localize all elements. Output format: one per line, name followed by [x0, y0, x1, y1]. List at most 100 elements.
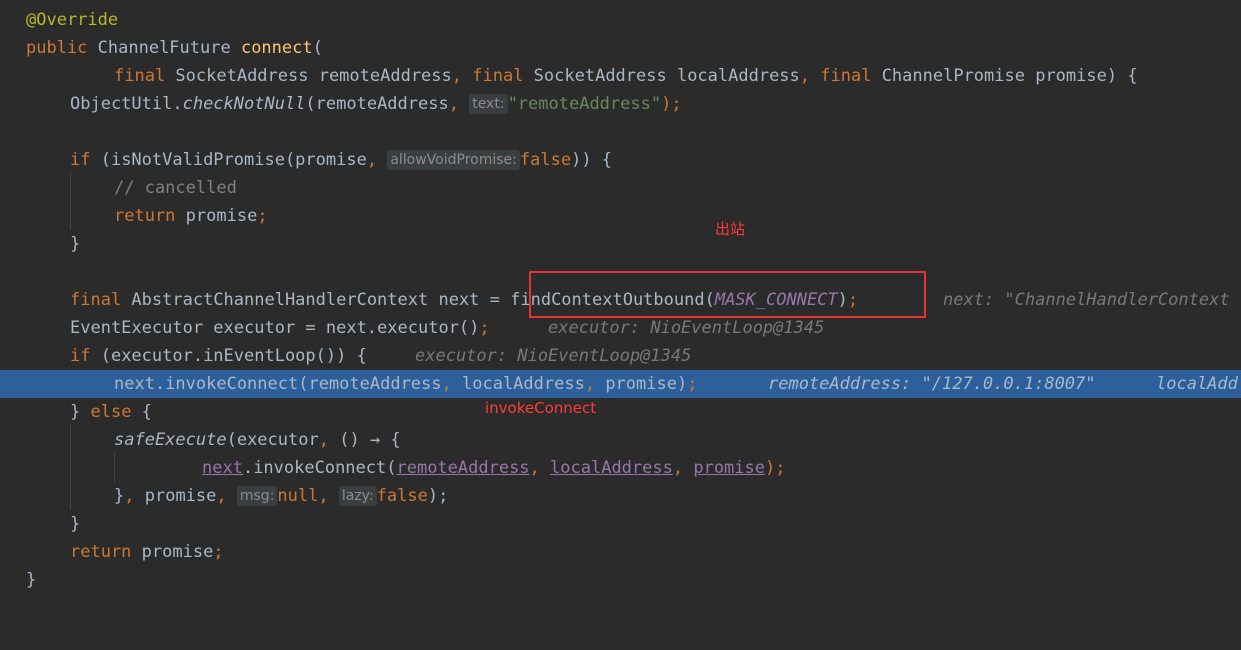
captured-promise: promise — [693, 458, 765, 478]
keyword-public: public — [26, 38, 98, 58]
is-not-valid-promise-call: (isNotValidPromise(promise — [100, 150, 367, 170]
code-line-6: if (isNotValidPromise(promise, allowVoid… — [0, 146, 1241, 174]
annotation-invoke-connect: invokeConnect — [485, 399, 597, 417]
code-line-9: } — [0, 230, 1241, 258]
code-line-18: }, promise, msg: null, lazy: false); — [0, 482, 1241, 510]
comment-cancelled: // cancelled — [114, 178, 237, 198]
captured-remote-address: remoteAddress — [396, 458, 530, 478]
comma: , — [451, 66, 473, 86]
annotation-outbound: 出站 — [715, 220, 746, 238]
arg-promise: promise) — [605, 374, 688, 394]
comma: , — [318, 430, 340, 450]
call-args: (executor — [226, 430, 319, 450]
code-line-13: if (executor.inEventLoop()) { executor: … — [0, 342, 1241, 370]
code-line-21: } — [0, 566, 1241, 594]
captured-next: next — [202, 458, 243, 478]
semicolon: ; — [213, 542, 224, 562]
comma: , — [448, 94, 470, 114]
keyword-false: false — [519, 150, 572, 170]
keyword-final: final — [820, 66, 882, 86]
comma: , — [799, 66, 821, 86]
statement-end: ); — [765, 458, 786, 478]
param-remote-address: SocketAddress remoteAddress — [175, 66, 452, 86]
open-brace: { — [141, 402, 152, 422]
statement-end: ); — [661, 94, 682, 114]
code-line-16: safeExecute(executor, () → { — [0, 426, 1241, 454]
close-paren: )) { — [571, 150, 613, 170]
return-type: ChannelFuture — [97, 38, 241, 58]
arg-local-address: localAddress — [462, 374, 585, 394]
in-event-loop-check: (executor.inEventLoop()) { — [100, 346, 367, 366]
close-brace: } — [70, 402, 91, 422]
close-brace: } — [114, 486, 125, 506]
method-name: connect — [240, 38, 313, 58]
comma: , — [366, 150, 388, 170]
debug-value-local-address: localAdd — [1156, 374, 1238, 394]
invoke-connect-call: .invokeConnect( — [242, 458, 397, 478]
keyword-return: return — [114, 206, 186, 226]
code-line-4: ObjectUtil.checkNotNull(remoteAddress, t… — [0, 90, 1241, 118]
statement-end: ); — [427, 486, 449, 506]
comma: , — [318, 486, 339, 506]
param-hint-msg: msg: — [236, 486, 278, 506]
keyword-null: null — [277, 486, 319, 506]
comma: , — [529, 458, 551, 478]
comma: , — [672, 458, 694, 478]
keyword-false: false — [376, 486, 428, 506]
return-value: promise — [185, 206, 258, 226]
code-editor[interactable]: @Override public ChannelFuture connect( … — [0, 0, 1241, 590]
check-not-null-call: checkNotNull — [182, 94, 306, 114]
next-declaration: AbstractChannelHandlerContext next = — [131, 290, 511, 310]
return-value: promise — [141, 542, 214, 562]
string-literal: "remoteAddress" — [507, 94, 662, 114]
lambda-arrow: () → { — [339, 430, 401, 450]
current-execution-line[interactable]: next.invokeConnect(remoteAddress, localA… — [0, 370, 1241, 398]
keyword-if: if — [70, 150, 101, 170]
close-brace: } — [70, 234, 81, 254]
code-line-19: } — [0, 510, 1241, 538]
object-util: ObjectUtil. — [70, 94, 183, 114]
close-brace: } — [26, 570, 37, 590]
arg-promise: promise — [144, 486, 217, 506]
param-hint-allow-void-promise: allowVoidPromise: — [387, 150, 520, 170]
param-hint-lazy: lazy: — [338, 486, 377, 506]
override-annotation: @Override — [26, 10, 119, 30]
invoke-connect-call: next.invokeConnect(remoteAddress — [114, 374, 442, 394]
code-line-2: public ChannelFuture connect( — [0, 34, 1241, 62]
code-line-8: return promise; — [0, 202, 1241, 230]
executor-declaration: EventExecutor executor = next.executor() — [70, 318, 480, 338]
debug-value-executor: executor: NioEventLoop@1345 — [548, 318, 825, 338]
param-hint-text: text: — [469, 94, 508, 114]
code-line-20: return promise; — [0, 538, 1241, 566]
code-line-3: final SocketAddress remoteAddress, final… — [0, 62, 1241, 90]
code-line-1: @Override — [0, 6, 1241, 34]
comma: , — [584, 374, 606, 394]
param-promise: ChannelPromise promise) { — [881, 66, 1138, 86]
code-line-17: next.invokeConnect(remoteAddress, localA… — [0, 454, 1241, 482]
comma: , — [124, 486, 145, 506]
keyword-if: if — [70, 346, 101, 366]
call-args: (remoteAddress — [305, 94, 449, 114]
debug-value-remote-address: remoteAddress: "/127.0.0.1:8007" — [768, 374, 1096, 394]
semicolon: ; — [479, 318, 490, 338]
keyword-final: final — [114, 66, 176, 86]
open-paren: ( — [312, 38, 323, 58]
safe-execute-call: safeExecute — [114, 430, 227, 450]
code-line-12: EventExecutor executor = next.executor()… — [0, 314, 1241, 342]
semicolon: ; — [687, 374, 698, 394]
debug-value-next: next: "ChannelHandlerContext — [943, 290, 1230, 310]
comma: , — [216, 486, 237, 506]
semicolon: ; — [257, 206, 268, 226]
keyword-final: final — [472, 66, 534, 86]
comma: , — [441, 374, 462, 394]
keyword-else: else — [90, 402, 142, 422]
debug-value-executor: executor: NioEventLoop@1345 — [415, 346, 692, 366]
highlight-box — [529, 271, 926, 318]
code-line-7: // cancelled — [0, 174, 1241, 202]
captured-local-address: localAddress — [550, 458, 673, 478]
param-local-address: SocketAddress localAddress — [533, 66, 800, 86]
code-line-15: } else { — [0, 398, 1241, 426]
close-brace: } — [70, 514, 81, 534]
keyword-final: final — [70, 290, 132, 310]
keyword-return: return — [70, 542, 142, 562]
